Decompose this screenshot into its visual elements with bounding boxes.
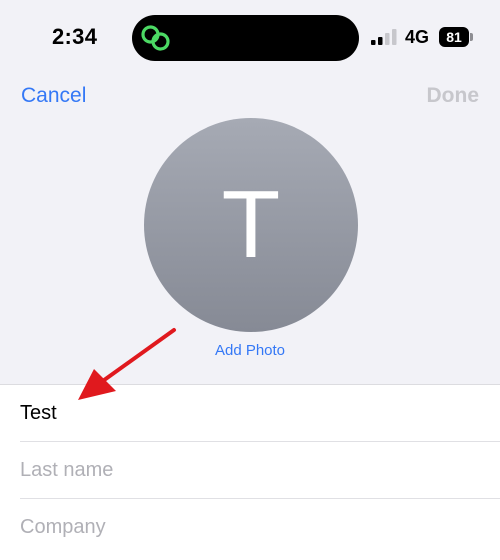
dynamic-island[interactable] bbox=[132, 15, 359, 61]
status-bar: 2:34 4G 81 bbox=[0, 0, 500, 74]
avatar-initial: T bbox=[221, 171, 281, 278]
signal-strength-icon bbox=[371, 29, 397, 45]
battery-icon: 81 bbox=[439, 27, 475, 47]
new-contact-screen: 2:34 4G 81 Cancel Done T Add Photo bbox=[0, 0, 500, 560]
contact-form bbox=[0, 384, 500, 560]
contact-avatar[interactable]: T bbox=[144, 118, 358, 332]
cancel-button[interactable]: Cancel bbox=[21, 84, 86, 108]
first-name-field[interactable] bbox=[20, 385, 500, 441]
status-time: 2:34 bbox=[52, 24, 98, 49]
add-photo-button[interactable]: Add Photo bbox=[0, 342, 500, 359]
last-name-field[interactable] bbox=[20, 442, 500, 498]
battery-cap bbox=[470, 33, 473, 41]
battery-level: 81 bbox=[439, 27, 469, 47]
company-field[interactable] bbox=[20, 499, 500, 555]
done-button[interactable]: Done bbox=[427, 84, 480, 108]
link-rings-icon bbox=[141, 25, 170, 51]
network-type: 4G bbox=[405, 27, 430, 47]
